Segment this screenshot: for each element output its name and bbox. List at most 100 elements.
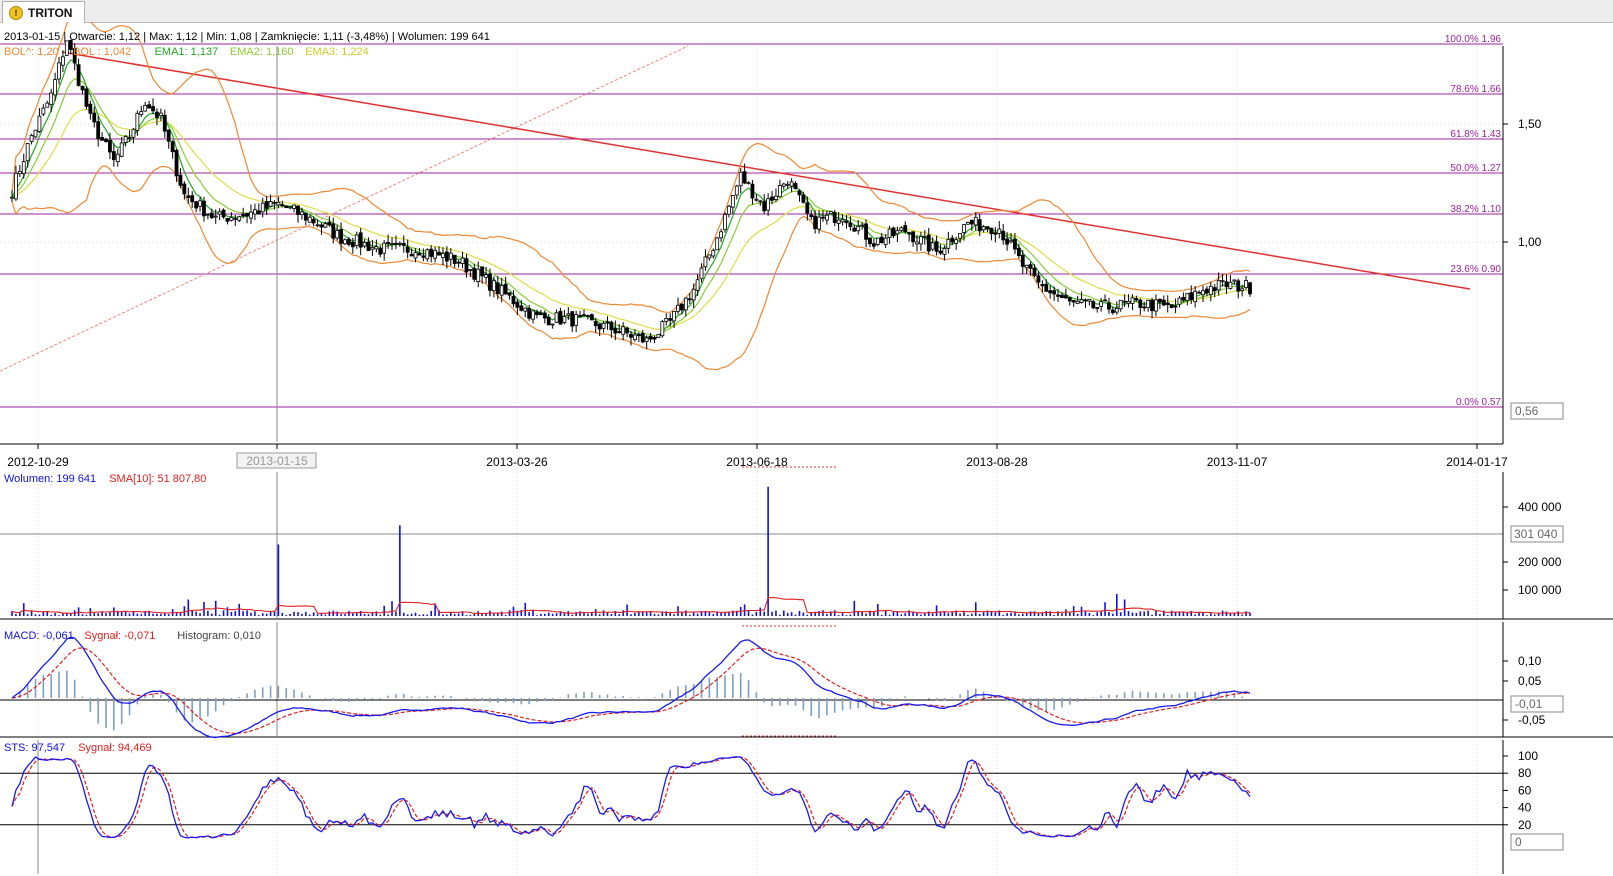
candle-body: [413, 252, 418, 259]
candle-body: [108, 140, 112, 153]
candle-body: [1087, 298, 1092, 302]
candle-body: [1020, 254, 1025, 267]
candle-body: [1110, 309, 1115, 314]
candle-body: [535, 311, 539, 316]
candle-body: [617, 331, 622, 333]
candle-body: [92, 112, 97, 123]
candle-body: [347, 238, 351, 245]
candle-body: [1193, 290, 1198, 303]
candle-body: [354, 234, 359, 246]
candle-body: [123, 136, 128, 143]
candle-body: [781, 183, 786, 187]
candle-body: [962, 224, 966, 233]
candle-body: [276, 201, 281, 206]
candle-body: [750, 183, 755, 199]
macd-tick-label: -0,05: [1518, 713, 1546, 727]
macd-title: Sygnał: -0,071: [84, 630, 155, 642]
candle-body: [319, 224, 324, 228]
candle-body: [503, 283, 508, 295]
candle-body: [950, 237, 955, 243]
candle-body: [460, 257, 465, 264]
candle-body: [300, 211, 304, 216]
candle-body: [754, 198, 759, 201]
macd-panel: MACD: -0,061 Sygnał: -0,071 Histogram: 0,0…: [0, 622, 1613, 739]
candle-body: [601, 322, 606, 329]
macd-title: MACD: -0,061: [4, 630, 74, 642]
candle-body: [1075, 300, 1080, 304]
candle-body: [922, 236, 927, 239]
candle-body: [1157, 298, 1162, 303]
candle-body: [307, 216, 312, 223]
tab-triton[interactable]: ! TRITON: [2, 1, 86, 23]
candle-body: [115, 153, 120, 163]
candle-body: [574, 314, 579, 326]
candle-body: [1114, 308, 1119, 313]
candle-body: [1001, 230, 1006, 241]
candle-body: [194, 201, 199, 209]
candle-body: [495, 282, 500, 295]
candle-body: [597, 323, 602, 330]
candle-body: [1040, 284, 1045, 287]
candle-body: [323, 223, 328, 228]
candle-body: [1154, 299, 1158, 312]
candle-body: [444, 251, 449, 262]
candle-body: [362, 242, 367, 247]
candle-body: [542, 312, 547, 319]
candle-body: [766, 198, 771, 211]
candle-body: [1028, 264, 1033, 269]
candle-body: [997, 228, 1002, 234]
candle-body: [582, 314, 586, 317]
candle-body: [801, 194, 806, 203]
candle-body: [209, 212, 214, 219]
candle-body: [1083, 299, 1088, 302]
candle-body: [1013, 238, 1017, 250]
candle-body: [644, 337, 649, 342]
candle-body: [770, 196, 774, 201]
candle-body: [1181, 296, 1186, 301]
sts-title: Sygnał: 94,469: [78, 742, 151, 754]
fib-level-label: 0.0% 0.57: [1456, 397, 1501, 408]
candle-body: [969, 219, 974, 225]
candle-body: [119, 142, 124, 157]
candle-body: [433, 249, 438, 259]
candle-body: [217, 211, 222, 215]
candle-body: [730, 195, 735, 208]
candle-body: [746, 182, 751, 184]
candle-body: [1103, 299, 1107, 302]
candle-body: [1169, 304, 1174, 308]
candle-body: [303, 212, 308, 221]
stock-chart[interactable]: 100.0% 1.96 78.6% 1.66 61.8% 1.43 50.0% 1.2…: [0, 22, 1613, 876]
candle-body: [1244, 280, 1248, 288]
candle-body: [758, 200, 763, 203]
fib-level-label: 23.6% 0.90: [1450, 264, 1501, 275]
candle-body: [1173, 305, 1178, 308]
volume-panel: Wolumen: 199 641 SMA[10]: 51 807,80 400 00…: [0, 472, 1613, 627]
candle-body: [793, 183, 798, 190]
candle-body: [366, 241, 371, 251]
candle-body: [507, 292, 512, 296]
candle-body: [331, 223, 336, 239]
sts-tick-label: 40: [1518, 801, 1532, 815]
candle-body: [401, 242, 406, 246]
candle-body: [476, 268, 481, 282]
sts-tick-label: 20: [1518, 818, 1532, 832]
macd-tick-label: 0,05: [1518, 674, 1542, 688]
candle-body: [429, 248, 434, 257]
candle-body: [672, 311, 676, 322]
candle-body: [879, 236, 884, 244]
candle-body: [1099, 301, 1104, 307]
fib-level-label: 100.0% 1.96: [1445, 34, 1502, 45]
candle-body: [727, 205, 731, 215]
candle-body: [907, 232, 912, 235]
candle-body: [633, 334, 637, 340]
volume-tick-label: 100 000: [1518, 583, 1562, 597]
candle-body: [280, 204, 285, 207]
candle-body: [860, 224, 865, 227]
candle-body: [374, 246, 379, 250]
candle-body: [421, 255, 426, 258]
candle-body: [840, 219, 845, 223]
candle-body: [777, 185, 782, 198]
candle-body: [237, 216, 242, 221]
warning-icon: !: [9, 5, 23, 20]
candle-body: [472, 267, 477, 280]
